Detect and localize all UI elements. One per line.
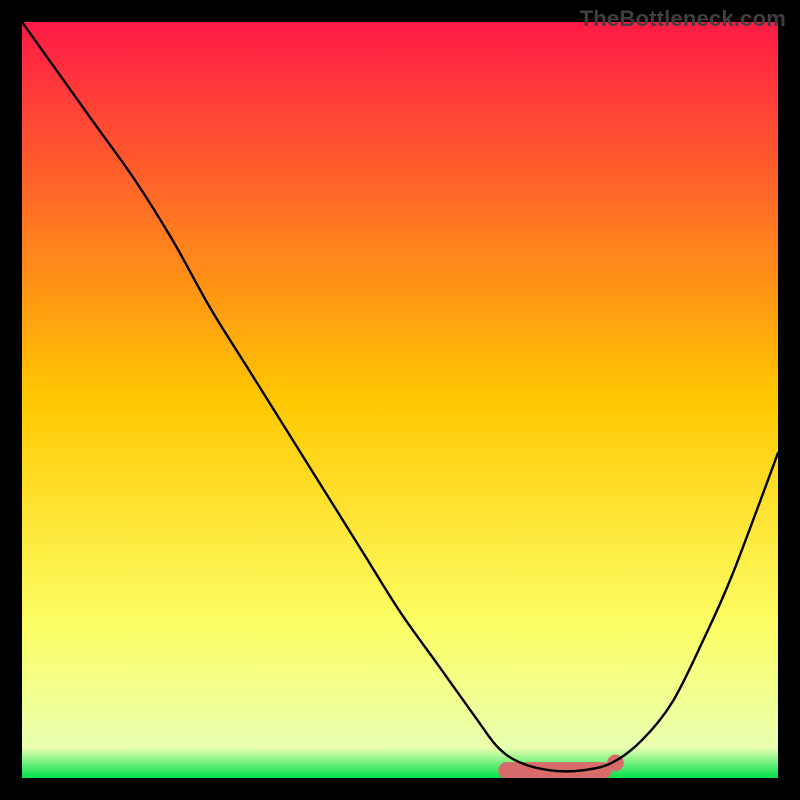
plot-background — [22, 22, 778, 778]
chart-frame: TheBottleneck.com — [0, 0, 800, 800]
bottleneck-chart — [22, 22, 778, 778]
watermark-text: TheBottleneck.com — [580, 6, 786, 32]
